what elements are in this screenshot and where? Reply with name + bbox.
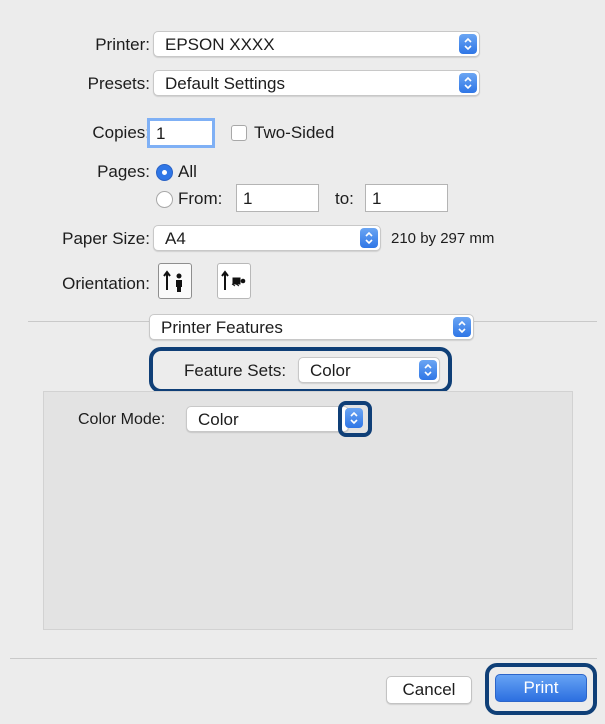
color-mode-popup[interactable]: Color: [186, 406, 349, 432]
color-mode-value: Color: [198, 410, 239, 429]
presets-label: Presets:: [87, 74, 150, 93]
feature-sets-value: Color: [310, 361, 351, 380]
stepper-arrows-icon: [459, 34, 477, 54]
printer-popup[interactable]: EPSON XXXX: [153, 31, 480, 57]
portrait-icon: [163, 270, 182, 292]
pages-all-label: All: [178, 162, 197, 181]
pages-from-value: 1: [243, 189, 253, 208]
pages-label: Pages:: [97, 162, 150, 181]
pages-all-radio[interactable]: [156, 164, 173, 181]
orientation-label: Orientation:: [62, 274, 150, 293]
two-sided-label: Two-Sided: [254, 123, 335, 142]
feature-sets-popup[interactable]: Color: [298, 357, 440, 383]
copies-value: 1: [156, 124, 166, 143]
print-button[interactable]: Print: [495, 674, 587, 702]
pages-to-field[interactable]: 1: [365, 184, 448, 212]
color-mode-stepper-icon[interactable]: [345, 408, 363, 428]
pages-from-field[interactable]: 1: [236, 184, 319, 212]
copies-field[interactable]: 1: [147, 118, 215, 148]
paper-size-value: A4: [165, 229, 186, 248]
pages-from-radio[interactable]: [156, 191, 173, 208]
paper-size-popup[interactable]: A4: [153, 225, 381, 251]
printer-value: EPSON XXXX: [165, 35, 275, 54]
pages-to-label: to:: [335, 189, 354, 208]
cancel-button[interactable]: Cancel: [386, 676, 472, 704]
copies-label: Copies:: [92, 123, 150, 142]
presets-value: Default Settings: [165, 74, 286, 93]
presets-popup[interactable]: Default Settings: [153, 70, 480, 96]
paper-size-label: Paper Size:: [62, 229, 150, 248]
printer-label: Printer:: [95, 35, 150, 54]
section-value: Printer Features: [161, 318, 283, 337]
stepper-arrows-icon: [459, 73, 477, 93]
separator: [10, 658, 597, 659]
stepper-arrows-icon: [453, 317, 471, 337]
stepper-arrows-icon: [360, 228, 378, 248]
pages-from-label: From:: [178, 189, 223, 208]
landscape-icon: [221, 270, 246, 290]
paper-dimensions: 210 by 297 mm: [391, 230, 495, 247]
pages-to-value: 1: [372, 189, 382, 208]
portrait-orientation-button[interactable]: [158, 263, 192, 299]
two-sided-checkbox[interactable]: [231, 125, 247, 141]
feature-sets-label: Feature Sets:: [184, 361, 287, 380]
color-mode-label: Color Mode:: [78, 411, 166, 428]
landscape-orientation-button[interactable]: [217, 263, 251, 299]
print-dialog: Printer: EPSON XXXX Presets: Default Set…: [10, 10, 597, 716]
stepper-arrows-icon: [419, 360, 437, 380]
section-popup[interactable]: Printer Features: [149, 314, 474, 340]
